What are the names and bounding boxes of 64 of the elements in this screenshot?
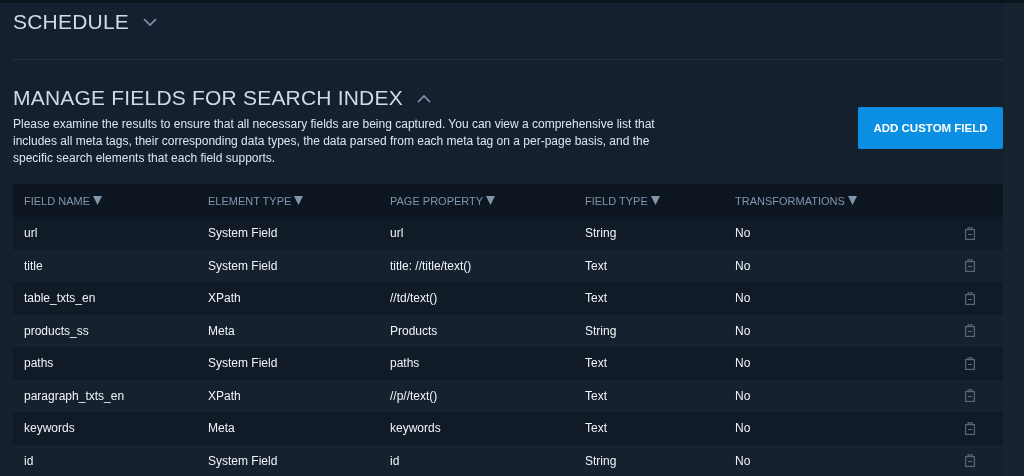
table-cell-text: products_ss [24, 323, 90, 338]
sort-icon[interactable] [847, 196, 857, 205]
table-cell-text: Products [390, 323, 439, 338]
table-cell-text: System Field [208, 226, 279, 241]
table-cell-text: Text [585, 356, 608, 371]
section-title: MANAGE FIELDS FOR SEARCH INDEX [13, 86, 403, 110]
table-cell-text: No [735, 258, 752, 273]
table-cell-text: paths [390, 356, 421, 371]
table-cell-text: paths [24, 356, 55, 371]
table-cell-text: No [735, 421, 752, 436]
table-cell-text: table_txts_en [24, 291, 97, 306]
table-cell-text: String [585, 226, 618, 241]
table-cell-text: System Field [208, 258, 279, 273]
trash-icon[interactable] [965, 259, 975, 273]
table-cell-text: No [735, 453, 752, 468]
column-header[interactable]: ELEMENT TYPE [208, 194, 292, 207]
table-cell-text: No [735, 323, 752, 338]
trash-icon[interactable] [965, 356, 975, 370]
table-cell-text: Meta [208, 421, 236, 436]
sort-icon[interactable] [294, 196, 304, 205]
chevron-up-icon[interactable] [416, 93, 431, 103]
table-cell-text: Meta [208, 323, 236, 338]
table-cell-text: System Field [208, 356, 279, 371]
description-text: Please examine the results to ensure that all necessary fields are being captured. You can view a comprehensive list that includes all meta tags, their corresponding data types, the data parsed from each meta tag on a per-page basis, and the specific search elements that each field supports. [13, 116, 656, 167]
section-title: SCHEDULE [13, 10, 129, 34]
table-cell-text: keywords [390, 421, 442, 436]
add-custom-field-button[interactable]: ADD CUSTOM FIELD [858, 107, 1003, 149]
table-cell-text: Text [585, 258, 608, 273]
table-cell-text: //p//text() [390, 388, 439, 403]
table-cell-text: id [24, 453, 35, 468]
table-cell-text: Text [585, 291, 608, 306]
trash-icon[interactable] [965, 226, 975, 240]
column-header[interactable]: TRANSFORMATIONS [735, 194, 845, 207]
column-header[interactable]: FIELD NAME [24, 194, 90, 207]
table-cell-text: keywords [24, 421, 76, 436]
table-cell-text: No [735, 388, 752, 403]
table-cell-text: XPath [208, 388, 242, 403]
sort-icon[interactable] [93, 196, 102, 205]
table-cell-text: url [24, 226, 39, 241]
trash-icon[interactable] [965, 291, 975, 305]
table-cell-text: No [735, 356, 752, 371]
table-cell-text: No [735, 226, 752, 241]
table-cell-text: paragraph_txts_en [24, 388, 126, 403]
table-cell-text: title: //title/text() [390, 258, 473, 273]
column-header[interactable]: PAGE PROPERTY [390, 194, 484, 207]
chevron-down-icon[interactable] [142, 17, 157, 27]
table-cell-text: XPath [208, 291, 242, 306]
table-cell-text: No [735, 291, 752, 306]
column-header[interactable]: FIELD TYPE [585, 194, 648, 207]
sort-icon[interactable] [486, 196, 496, 205]
table-cell-text: Text [585, 421, 608, 436]
table-cell-text: id [390, 453, 401, 468]
table-cell-text: Text [585, 388, 608, 403]
sort-icon[interactable] [650, 196, 660, 205]
table-cell-text: url [390, 226, 405, 241]
table-cell-text: title [24, 258, 44, 273]
table-cell-text: String [585, 323, 618, 338]
trash-icon[interactable] [965, 454, 975, 468]
table-cell-text: System Field [208, 453, 279, 468]
trash-icon[interactable] [965, 421, 975, 435]
table-cell-text: //td/text() [390, 291, 439, 306]
trash-icon[interactable] [965, 389, 975, 403]
trash-icon[interactable] [965, 324, 975, 338]
table-cell-text: String [585, 453, 618, 468]
